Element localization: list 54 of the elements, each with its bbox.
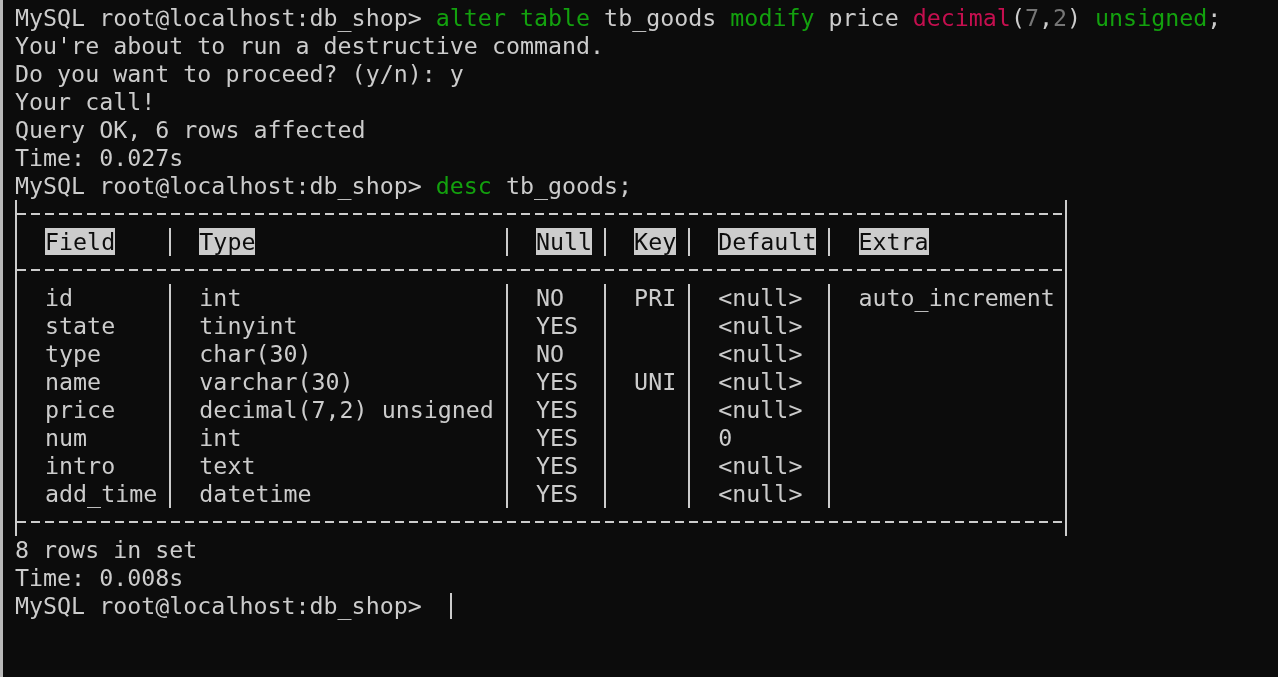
table-cell: price [15,396,170,424]
output-line: Your call! [15,88,156,116]
table-cell: state [15,312,170,340]
output-line: You're about to run a destructive command. [15,32,605,60]
command-text: alter table tb_goods modify price decimal(7,2) unsigned; [435,4,1222,32]
table-cell: text [169,452,506,480]
column-header: Default [718,228,817,255]
table-cell: YES [505,396,605,424]
table-cell: varchar(30) [169,368,506,396]
column-header: Null [535,228,593,255]
table-cell: int [169,424,506,452]
table-cell: YES [505,452,605,480]
table-cell: type [15,340,170,368]
table-cell: num [15,424,170,452]
table-cell: <null> [688,396,829,424]
table-cell: decimal(7,2) unsigned [169,396,506,424]
table-cell: datetime [169,480,506,508]
table-cell: intro [15,452,170,480]
table-cell: 0 [688,424,829,452]
table-cell: tinyint [169,312,506,340]
output-line: Time: 0.008s [15,564,184,592]
table-cell: YES [505,424,605,452]
prompt-text: MySQL root@localhost:db_shop> [15,172,423,200]
table-cell: <null> [688,452,829,480]
table-cell: auto_increment [828,284,1067,312]
table-cell: <null> [688,284,829,312]
output-line: Query OK, 6 rows affected [15,116,366,144]
column-header: Field [45,228,116,255]
table-cell: <null> [688,340,829,368]
table-cell: add_time [15,480,170,508]
table-cell: PRI [604,284,689,312]
output-line: Do you want to proceed? (y/n): y [15,60,464,88]
table-cell: char(30) [169,340,506,368]
table-cell: NO [505,284,605,312]
column-header: Key [634,228,677,255]
table-cell: id [15,284,170,312]
table-cell: NO [505,340,605,368]
table-cell: <null> [688,480,829,508]
table-cell: YES [505,480,605,508]
prompt-text: MySQL root@localhost:db_shop> [15,4,423,32]
table-cell: int [169,284,506,312]
table-cell: YES [505,312,605,340]
table-cell: UNI [604,368,689,396]
output-line: Time: 0.027s [15,144,184,172]
column-header: Extra [858,228,929,255]
command-text: desc tb_goods; [435,172,633,200]
table-cell: YES [505,368,605,396]
text-cursor-icon [449,593,452,619]
prompt-text: MySQL root@localhost:db_shop> [15,592,423,620]
output-line: 8 rows in set [15,536,198,564]
table-cell: <null> [688,368,829,396]
table-cell: name [15,368,170,396]
column-header: Type [199,228,256,255]
table-cell: <null> [688,312,829,340]
